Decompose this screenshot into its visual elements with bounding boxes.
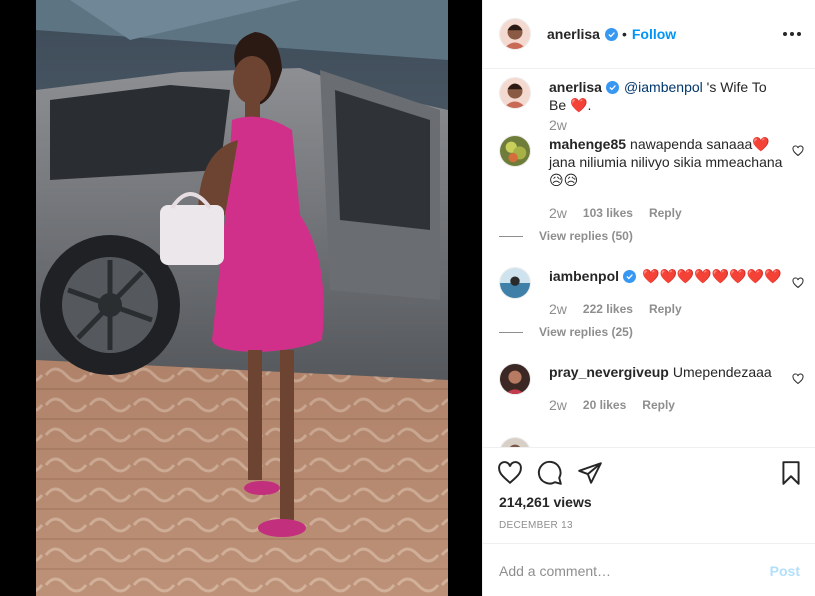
comment-body: iambenpol ❤️❤️❤️❤️❤️❤️❤️❤️ (549, 267, 785, 285)
commenter-username[interactable]: pray_nevergiveup (549, 364, 669, 380)
comment-time[interactable]: 2w (549, 397, 567, 413)
comment-text: ❤️❤️❤️❤️❤️❤️❤️❤️ (642, 268, 782, 284)
author-avatar[interactable] (499, 18, 531, 50)
post-details-panel: anerlisa • Follow anerlisa @iambenpol 's … (482, 0, 815, 596)
comment-meta: 2w 222 likes Reply (549, 301, 682, 317)
caption-body: anerlisa @iambenpol 's Wife To Be ❤️. (549, 78, 785, 114)
comment-like-heart-icon[interactable] (792, 277, 804, 289)
post-caption: anerlisa @iambenpol 's Wife To Be ❤️. 2w (499, 77, 804, 137)
separator-dot: • (621, 26, 627, 42)
comment-meta: 2w 103 likes Reply (549, 205, 682, 221)
comment-item: pray_nevergiveup Umependezaaa 2w 20 likes… (499, 363, 804, 423)
more-options-icon[interactable] (782, 24, 802, 44)
comment-icon[interactable] (537, 460, 563, 486)
heart-icon[interactable] (497, 460, 523, 486)
reply-button[interactable]: Reply (649, 206, 682, 220)
replies-line (499, 331, 523, 333)
verified-badge-icon (605, 81, 619, 94)
bookmark-icon[interactable] (778, 460, 804, 486)
commenter-avatar[interactable] (499, 363, 531, 395)
comment-item: iambenpol ❤️❤️❤️❤️❤️❤️❤️❤️ 2w 222 likes R… (499, 267, 804, 347)
comment-time[interactable]: 2w (549, 301, 567, 317)
comments-list[interactable]: anerlisa @iambenpol 's Wife To Be ❤️. 2w … (483, 69, 815, 447)
comment-meta: 2w 20 likes Reply (549, 397, 675, 413)
caption-username[interactable]: anerlisa (549, 79, 602, 95)
comment-likes[interactable]: 20 likes (583, 398, 626, 412)
comment-likes[interactable]: 103 likes (583, 206, 633, 220)
comment-like-heart-icon[interactable] (792, 373, 804, 385)
comment-like-heart-icon[interactable] (792, 145, 804, 157)
view-replies-toggle[interactable]: View replies (25) (499, 325, 633, 339)
comment-item: mahenge85 nawapenda sanaaa❤️ jana niliumi… (499, 135, 804, 245)
commenter-username[interactable]: mahenge85 (549, 136, 626, 152)
comment-text: Umependezaaa (672, 364, 772, 380)
post-header: anerlisa • Follow (483, 0, 815, 69)
follow-button[interactable]: Follow (632, 26, 676, 42)
comment-likes[interactable]: 222 likes (583, 302, 633, 316)
add-comment-bar: Post (483, 543, 815, 596)
commenter-username[interactable]: iambenpol (549, 268, 619, 284)
reply-button[interactable]: Reply (642, 398, 675, 412)
share-icon[interactable] (577, 460, 603, 486)
post-actions: 214,261 views DECEMBER 13 (483, 447, 815, 543)
comment-body: mahenge85 nawapenda sanaaa❤️ jana niliumi… (549, 135, 785, 189)
post-date[interactable]: DECEMBER 13 (499, 520, 573, 531)
verified-badge-icon (623, 270, 637, 283)
post-video-frame (0, 0, 482, 596)
commenter-avatar[interactable] (499, 437, 531, 447)
post-video[interactable] (0, 0, 482, 596)
author-username[interactable]: anerlisa (547, 26, 600, 42)
caption-author-avatar[interactable] (499, 77, 531, 109)
comment-input[interactable] (499, 560, 759, 582)
verified-badge-icon (604, 27, 618, 41)
caption-meta: 2w (549, 117, 567, 133)
commenter-avatar[interactable] (499, 267, 531, 299)
replies-line (499, 235, 523, 237)
caption-time[interactable]: 2w (549, 117, 567, 133)
comment-body: pray_nevergiveup Umependezaaa (549, 363, 785, 381)
view-replies-label: View replies (50) (539, 229, 633, 243)
comment-time[interactable]: 2w (549, 205, 567, 221)
view-replies-toggle[interactable]: View replies (50) (499, 229, 633, 243)
commenter-avatar[interactable] (499, 135, 531, 167)
post-comment-button[interactable]: Post (770, 563, 800, 579)
view-replies-label: View replies (25) (539, 325, 633, 339)
comment-item-partial (499, 437, 804, 447)
reply-button[interactable]: Reply (649, 302, 682, 316)
views-count[interactable]: 214,261 views (499, 494, 592, 510)
caption-mention-link[interactable]: @iambenpol (624, 79, 703, 95)
